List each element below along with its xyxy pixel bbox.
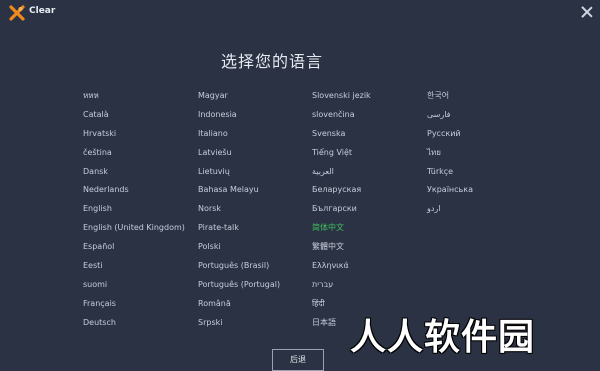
language-option[interactable]: Magyar: [198, 89, 280, 108]
language-option[interactable]: slovenčina: [312, 108, 371, 127]
language-column-2: Magyar Indonesia Italiano Latviešu Lietu…: [198, 89, 280, 335]
page-title: 选择您的语言: [0, 48, 600, 72]
language-option[interactable]: Русский: [427, 127, 473, 146]
language-column-3: Slovenski jezik slovenčina Svenska Tiếng…: [312, 89, 371, 335]
language-option[interactable]: Português (Portugal): [198, 278, 280, 297]
language-option[interactable]: Pirate-talk: [198, 221, 280, 240]
language-option[interactable]: Українська: [427, 183, 473, 202]
app-logo-icon: [9, 5, 25, 21]
language-option[interactable]: Ελληνικά: [312, 259, 371, 278]
language-option[interactable]: 日本語: [312, 316, 371, 335]
language-option[interactable]: ไทย: [427, 146, 473, 165]
language-option[interactable]: Tiếng Việt: [312, 146, 371, 165]
language-option[interactable]: 繁體中文: [312, 240, 371, 259]
language-option[interactable]: 한국어: [427, 89, 473, 108]
language-option[interactable]: หหห: [83, 89, 185, 108]
language-option[interactable]: Română: [198, 297, 280, 316]
language-option[interactable]: Srpski: [198, 316, 280, 335]
language-option[interactable]: Latviešu: [198, 146, 280, 165]
language-option[interactable]: Polski: [198, 240, 280, 259]
language-column-4: 한국어 فارسی Русский ไทย Türkçe Українська …: [427, 89, 473, 221]
language-option[interactable]: suomi: [83, 278, 185, 297]
watermark-background: [342, 302, 590, 360]
language-option[interactable]: Deutsch: [83, 316, 185, 335]
language-option[interactable]: العربية: [312, 165, 371, 184]
language-option[interactable]: Eesti: [83, 259, 185, 278]
language-option[interactable]: Беларуская: [312, 183, 371, 202]
title-bar: Clear: [0, 0, 600, 26]
close-button[interactable]: [579, 4, 595, 20]
watermark: 人人软件园: [342, 302, 592, 362]
language-option[interactable]: English: [83, 202, 185, 221]
language-option[interactable]: čeština: [83, 146, 185, 165]
language-option[interactable]: Español: [83, 240, 185, 259]
language-option[interactable]: Français: [83, 297, 185, 316]
language-option[interactable]: Slovenski jezik: [312, 89, 371, 108]
language-option[interactable]: فارسی: [427, 108, 473, 127]
language-option[interactable]: Hrvatski: [83, 127, 185, 146]
language-option[interactable]: Türkçe: [427, 165, 473, 184]
language-option[interactable]: اردو: [427, 202, 473, 221]
language-option[interactable]: English (United Kingdom): [83, 221, 185, 240]
watermark-text: 人人软件园: [350, 317, 536, 358]
language-option[interactable]: Indonesia: [198, 108, 280, 127]
language-option[interactable]: Norsk: [198, 202, 280, 221]
language-option[interactable]: Nederlands: [83, 183, 185, 202]
language-option[interactable]: Català: [83, 108, 185, 127]
language-option[interactable]: Български: [312, 202, 371, 221]
language-option[interactable]: Svenska: [312, 127, 371, 146]
language-option-selected[interactable]: 简体中文: [312, 221, 371, 240]
app-title: Clear: [29, 6, 56, 16]
language-option[interactable]: Português (Brasil): [198, 259, 280, 278]
language-option[interactable]: עברית: [312, 278, 371, 297]
page-title-text: 选择您的语言: [220, 52, 323, 71]
language-column-1: หหห Català Hrvatski čeština Dansk Nederl…: [83, 89, 185, 335]
next-button[interactable]: 后退: [272, 349, 324, 371]
language-option[interactable]: Lietuvių: [198, 165, 280, 184]
language-option[interactable]: हिंदी: [312, 297, 371, 316]
language-option[interactable]: Bahasa Melayu: [198, 183, 280, 202]
language-option[interactable]: Italiano: [198, 127, 280, 146]
language-option[interactable]: Dansk: [83, 165, 185, 184]
